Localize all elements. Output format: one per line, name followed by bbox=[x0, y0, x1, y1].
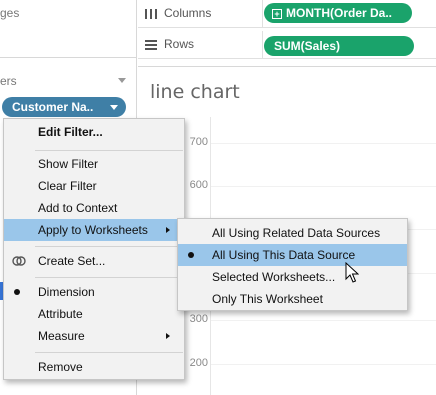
menu-separator bbox=[35, 352, 183, 353]
menu-item-clear-filter[interactable]: Clear Filter bbox=[4, 175, 184, 197]
rows-pill-label: SUM(Sales) bbox=[274, 39, 341, 53]
submenu-item-all-this-source[interactable]: All Using This Data Source bbox=[178, 244, 407, 266]
y-tick-label: 600 bbox=[189, 179, 208, 191]
menu-item-label: Dimension bbox=[38, 285, 95, 299]
submenu-item-label: All Using Related Data Sources bbox=[212, 226, 381, 240]
columns-shelf: Columns + MONTH(Order Da.. bbox=[138, 0, 436, 28]
rows-icon bbox=[145, 40, 157, 50]
y-tick-label: 700 bbox=[189, 136, 208, 148]
menu-separator bbox=[35, 246, 183, 247]
submenu-arrow-icon bbox=[166, 227, 170, 233]
customer-name-filter-pill[interactable]: Customer Na.. bbox=[2, 97, 126, 117]
gridline bbox=[211, 320, 436, 321]
submenu-item-only-this-worksheet[interactable]: Only This Worksheet bbox=[178, 288, 407, 310]
create-set-icon bbox=[12, 256, 26, 266]
menu-separator bbox=[35, 277, 183, 278]
menu-item-label: Create Set... bbox=[38, 254, 106, 268]
menu-item-label: Measure bbox=[38, 329, 85, 343]
menu-item-label: Attribute bbox=[38, 307, 83, 321]
chart-title: line chart bbox=[150, 81, 240, 103]
menu-item-create-set[interactable]: Create Set... bbox=[4, 250, 184, 272]
menu-item-dimension[interactable]: Dimension bbox=[4, 281, 184, 303]
gridline bbox=[211, 143, 436, 144]
filter-context-menu: Edit Filter... Show Filter Clear Filter … bbox=[3, 118, 185, 380]
menu-item-label: Apply to Worksheets bbox=[38, 223, 148, 237]
menu-item-measure[interactable]: Measure bbox=[4, 325, 184, 347]
menu-item-label: Show Filter bbox=[38, 157, 99, 171]
gridline bbox=[211, 186, 436, 187]
filters-header: ers bbox=[0, 72, 130, 90]
columns-icon bbox=[145, 9, 157, 19]
submenu-item-label: Only This Worksheet bbox=[212, 292, 323, 306]
submenu-item-all-related-sources[interactable]: All Using Related Data Sources bbox=[178, 222, 407, 244]
menu-item-add-to-context[interactable]: Add to Context bbox=[4, 197, 184, 219]
submenu-item-selected-worksheets[interactable]: Selected Worksheets... bbox=[178, 266, 407, 288]
menu-item-attribute[interactable]: Attribute bbox=[4, 303, 184, 325]
checked-dot-icon bbox=[188, 252, 194, 258]
menu-item-apply-to-worksheets[interactable]: Apply to Worksheets bbox=[4, 219, 184, 241]
menu-item-label: Edit Filter... bbox=[38, 125, 103, 139]
menu-item-label: Remove bbox=[38, 360, 83, 374]
menu-item-show-filter[interactable]: Show Filter bbox=[4, 153, 184, 175]
apply-to-worksheets-submenu: All Using Related Data Sources All Using… bbox=[177, 218, 408, 311]
mouse-cursor-icon bbox=[345, 262, 359, 283]
shelf-divider bbox=[262, 31, 263, 59]
checked-dot-icon bbox=[14, 289, 20, 295]
y-tick-label: 300 bbox=[189, 313, 208, 325]
pages-label: ges bbox=[0, 6, 20, 20]
month-order-date-pill[interactable]: + MONTH(Order Da.. bbox=[264, 3, 412, 23]
menu-item-remove[interactable]: Remove bbox=[4, 356, 184, 378]
submenu-item-label: All Using This Data Source bbox=[212, 248, 356, 262]
rows-label: Rows bbox=[164, 37, 195, 51]
sum-sales-pill[interactable]: SUM(Sales) bbox=[264, 36, 414, 56]
expand-icon[interactable]: + bbox=[272, 9, 282, 19]
columns-label: Columns bbox=[164, 6, 212, 20]
gridline bbox=[211, 364, 436, 365]
filters-label: ers bbox=[0, 74, 17, 88]
filters-dropdown-icon[interactable] bbox=[118, 78, 126, 83]
columns-pill-label: MONTH(Order Da.. bbox=[286, 6, 393, 20]
shelf-divider bbox=[262, 0, 263, 28]
menu-item-label: Add to Context bbox=[38, 201, 118, 215]
menu-separator bbox=[35, 150, 183, 151]
filter-pill-label: Customer Na.. bbox=[12, 100, 94, 114]
submenu-arrow-icon bbox=[166, 333, 170, 339]
pages-shelf: ges bbox=[0, 0, 137, 58]
menu-item-edit-filter[interactable]: Edit Filter... bbox=[4, 121, 184, 143]
y-tick-label: 200 bbox=[189, 357, 208, 369]
shelves: Columns + MONTH(Order Da.. Rows SUM(Sales… bbox=[138, 0, 436, 64]
rows-shelf: Rows SUM(Sales) bbox=[138, 31, 436, 59]
menu-item-label: Clear Filter bbox=[38, 179, 97, 193]
submenu-item-label: Selected Worksheets... bbox=[212, 270, 336, 284]
pill-dropdown-icon[interactable] bbox=[110, 105, 118, 110]
